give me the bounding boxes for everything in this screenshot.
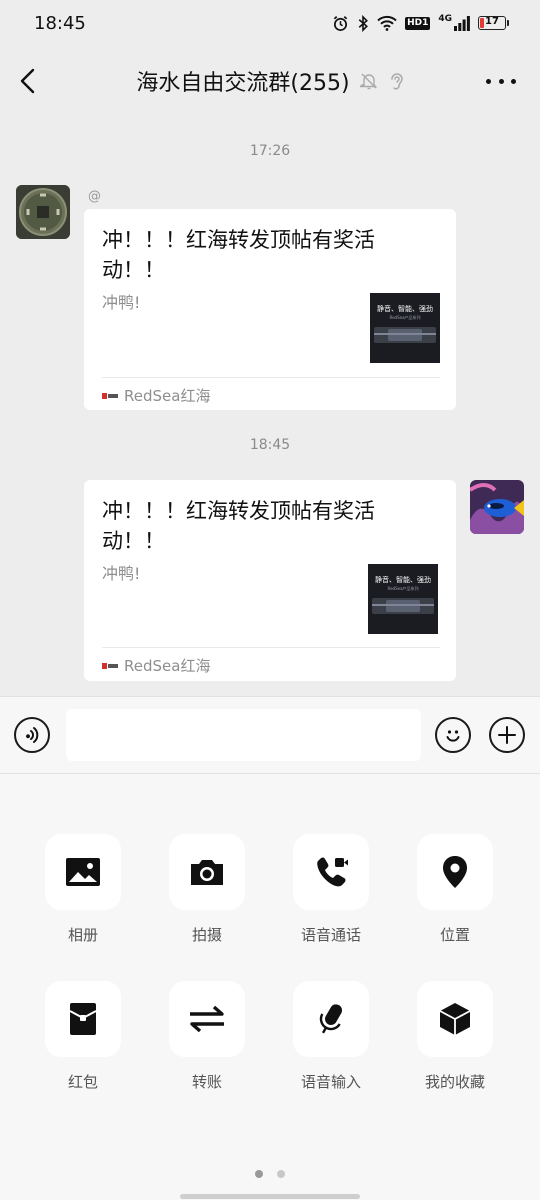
tool-voice-input[interactable]: 语音输入	[281, 981, 381, 1092]
card-thumbnail: 静音、智能、强劲 RedSea产品系列	[368, 564, 438, 634]
camera-icon[interactable]	[169, 834, 245, 910]
card-thumbnail: 静音、智能、强劲 RedSea产品系列	[370, 293, 440, 363]
page-dot-active[interactable]	[255, 1170, 263, 1178]
tool-red-packet[interactable]: 红包	[33, 981, 133, 1092]
action-panel: 相册 拍摄 语音通话 位置 红包 转账 语音输入 我的收藏	[0, 774, 540, 1200]
wifi-icon	[377, 15, 397, 31]
sender-name: @	[88, 189, 101, 204]
plus-icon	[498, 726, 516, 744]
emoji-button[interactable]	[435, 717, 471, 753]
card-description: 冲鸭!	[102, 564, 141, 583]
tool-voice-call[interactable]: 语音通话	[281, 834, 381, 945]
alarm-icon	[333, 15, 348, 31]
tool-location[interactable]: 位置	[405, 834, 505, 945]
tool-label: 相册	[67, 926, 98, 944]
tool-label: 位置	[439, 926, 470, 944]
voice-button[interactable]	[14, 717, 50, 753]
tool-camera[interactable]: 拍摄	[157, 834, 257, 945]
my-avatar[interactable]	[470, 480, 524, 534]
message-timestamp: 17:26	[249, 143, 291, 159]
status-time: 18:45	[34, 12, 86, 34]
nav-bar: 海水自由交流群(255)	[0, 46, 540, 116]
red-packet-icon[interactable]	[45, 981, 121, 1057]
tool-label: 拍摄	[191, 926, 222, 944]
more-icon	[486, 78, 491, 84]
card-source: RedSea红海	[102, 385, 210, 406]
tool-transfer[interactable]: 转账	[157, 981, 257, 1092]
chat-title: 海水自由交流群(255)	[136, 71, 350, 96]
hd-badge: HD1	[405, 16, 431, 30]
network-type: 4G	[438, 13, 452, 24]
favorites-icon[interactable]	[417, 981, 493, 1057]
tool-label: 我的收藏	[424, 1073, 485, 1091]
card-title: 冲！！！红海转发顶帖有奖活动！！	[102, 499, 375, 553]
redsea-logo-icon	[102, 391, 118, 401]
thumb-text: 静音、智能、强劲	[377, 304, 433, 313]
link-card[interactable]: 冲！！！红海转发顶帖有奖活动！！ 冲鸭! 静音、智能、强劲 RedSea产品系列…	[84, 480, 456, 681]
card-title: 冲！！！红海转发顶帖有奖活动！！	[102, 228, 375, 282]
tool-favorites[interactable]: 我的收藏	[405, 981, 505, 1092]
sender-avatar[interactable]	[16, 185, 70, 239]
mute-bell-icon	[359, 72, 378, 90]
page-indicator	[0, 1170, 540, 1178]
thumb-text: 静音、智能、强劲	[375, 575, 431, 584]
home-indicator[interactable]	[180, 1194, 360, 1199]
tool-label: 语音通话	[300, 926, 361, 944]
redsea-logo-icon	[102, 661, 118, 671]
card-description: 冲鸭!	[102, 293, 141, 312]
tool-label: 语音输入	[300, 1073, 361, 1091]
thumb-subtext: RedSea产品系列	[389, 314, 420, 320]
thumb-subtext: RedSea产品系列	[387, 585, 418, 591]
link-card[interactable]: 冲！！！红海转发顶帖有奖活动！！ 冲鸭! 静音、智能、强劲 RedSea产品系列…	[84, 209, 456, 410]
card-divider	[102, 647, 440, 648]
plus-button[interactable]	[489, 717, 525, 753]
input-bar	[0, 696, 540, 774]
microphone-icon[interactable]	[293, 981, 369, 1057]
tool-label: 红包	[67, 1073, 98, 1091]
signal-icon	[454, 15, 470, 31]
ear-icon	[388, 71, 404, 91]
nav-title-wrap: 海水自由交流群(255)	[0, 46, 540, 116]
card-source: RedSea红海	[102, 655, 210, 676]
voice-call-icon[interactable]	[293, 834, 369, 910]
more-button[interactable]	[486, 71, 516, 91]
page-dot[interactable]	[277, 1170, 285, 1178]
card-source-name: RedSea红海	[124, 657, 211, 675]
battery-icon: 17	[478, 16, 509, 30]
transfer-icon[interactable]	[169, 981, 245, 1057]
tool-album[interactable]: 相册	[33, 834, 133, 945]
emoji-icon	[446, 730, 460, 742]
voice-icon	[26, 727, 39, 743]
album-icon[interactable]	[45, 834, 121, 910]
message-timestamp: 18:45	[249, 437, 291, 453]
card-divider	[102, 377, 440, 378]
status-icons: HD1 4G 17	[332, 13, 509, 32]
card-source-name: RedSea红海	[124, 387, 211, 405]
battery-level: 17	[485, 16, 499, 27]
message-input[interactable]	[66, 709, 421, 761]
location-icon[interactable]	[417, 834, 493, 910]
bluetooth-icon	[358, 14, 369, 32]
status-bar: 18:45 HD1 4G 17	[0, 0, 540, 46]
tool-label: 转账	[191, 1073, 222, 1091]
